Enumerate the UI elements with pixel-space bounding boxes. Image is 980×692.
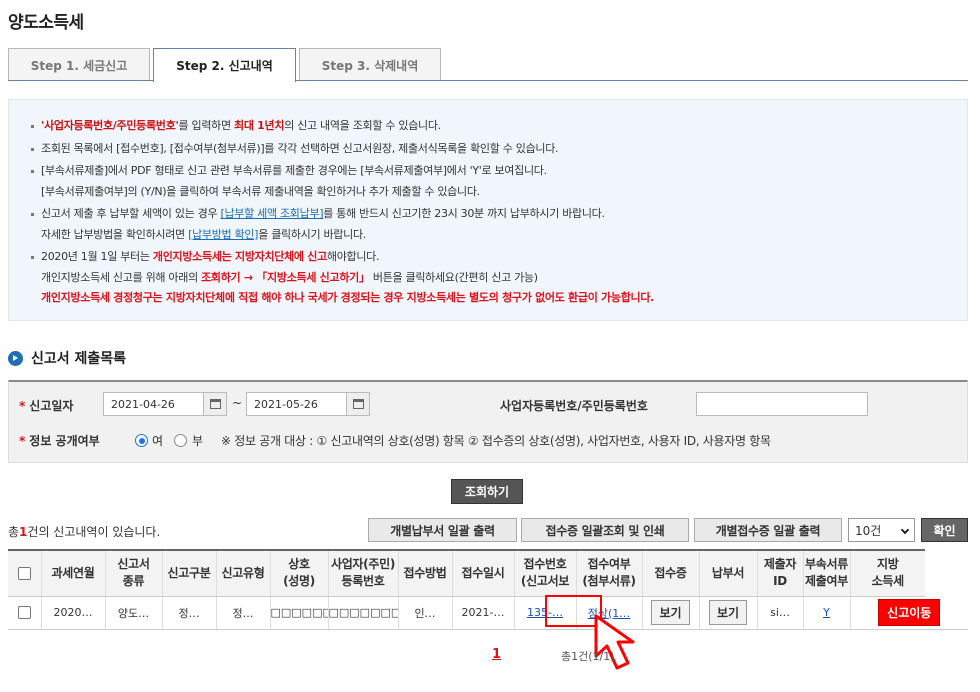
col-receipt-no: 접수번호 (신고서보 bbox=[513, 549, 576, 597]
info-line-7: 2020년 1월 1일 부터는 개인지방소득세는 지방자치단체에 신고해야합니다… bbox=[31, 247, 945, 268]
tab-step1[interactable]: Step 1. 세금신고 bbox=[8, 48, 150, 81]
table-row: 2020… 양도… 정… 정… □□□□□□□ □□□□□□□ 인… 2021-… bbox=[8, 596, 968, 630]
tab-step3[interactable]: Step 3. 삭제내역 bbox=[299, 48, 441, 81]
page-title: 양도소득세 bbox=[8, 13, 84, 33]
select-all-checkbox[interactable] bbox=[8, 549, 41, 597]
view-pay-button[interactable]: 보기 bbox=[708, 600, 748, 625]
confirm-button[interactable]: 확인 bbox=[921, 518, 968, 542]
id-number-input[interactable] bbox=[696, 392, 868, 416]
col-status: 접수여부 (첨부서류) bbox=[575, 549, 642, 597]
info-line-8: 개인지방소득세 신고를 위해 아래의 조회하기 → 「지방소득세 신고하기」 버… bbox=[41, 270, 538, 284]
col-attach: 부속서류 제출여부 bbox=[802, 549, 850, 597]
col-type: 신고유형 bbox=[215, 549, 270, 597]
section-title: 신고서 제출목록 bbox=[31, 351, 127, 367]
col-kind: 신고서 종류 bbox=[104, 549, 162, 597]
disclose-yes-radio[interactable] bbox=[135, 434, 148, 447]
local-tax-move-button[interactable]: 신고이동 bbox=[878, 599, 941, 626]
info-box: '사업자등록번호/주민등록번호'를 입력하면 최대 1년치의 신고 내역을 조회… bbox=[8, 99, 968, 321]
tab-step2[interactable]: Step 2. 신고내역 bbox=[153, 48, 296, 82]
bulk-receipt-print-button[interactable]: 접수증 일괄조회 및 인쇄 bbox=[521, 518, 689, 542]
page-1-link[interactable]: 1 bbox=[492, 647, 501, 662]
chevron-down-icon bbox=[900, 525, 910, 535]
calendar-to-icon[interactable] bbox=[346, 392, 370, 416]
info-line-2: 조회된 목록에서 [접수번호], [접수여부(첨부서류)]를 각각 선택하면 신… bbox=[31, 139, 945, 160]
col-name: 상호 (성명) bbox=[269, 549, 328, 597]
info-line-4: [부속서류제출여부]의 (Y/N)을 클릭하여 부속서류 제출내역을 확인하거나… bbox=[41, 184, 480, 198]
bulk-individual-receipt-button[interactable]: 개별접수증 일괄 출력 bbox=[694, 518, 842, 542]
pay-method-link[interactable]: [납부방법 확인] bbox=[188, 228, 258, 241]
row-checkbox[interactable] bbox=[8, 596, 41, 630]
arrow-circle-icon bbox=[8, 350, 23, 366]
info-line-5: 신고서 제출 후 납부할 세액이 있는 경우 [납부할 세액 조회납부]를 통해… bbox=[31, 204, 945, 225]
date-from-input[interactable]: 2021-04-26 bbox=[103, 392, 207, 416]
pay-inquiry-link[interactable]: [납부할 세액 조회납부] bbox=[221, 207, 324, 220]
info-line-9: 개인지방소득세 경정청구는 지방자치단체에 직접 해야 하나 국세가 경정되는 … bbox=[41, 291, 655, 304]
info-line-1: '사업자등록번호/주민등록번호'를 입력하면 최대 1년치의 신고 내역을 조회… bbox=[31, 116, 945, 137]
col-period: 과세연월 bbox=[40, 549, 105, 597]
page-info: 총1건(1/1) bbox=[561, 650, 615, 663]
info-line-3: [부속서류제출]에서 PDF 형태로 신고 관련 부속서류를 제출한 경우에는 … bbox=[31, 161, 945, 182]
info-line-6: 자세한 납부방법을 확인하시려면 [납부방법 확인]을 클릭하시기 바랍니다. bbox=[41, 227, 366, 241]
search-panel: * 신고일자 2021-04-26 ~ 2021-05-26 사업자등록번호/주민… bbox=[8, 380, 968, 463]
col-submitter: 제출자 ID bbox=[756, 549, 803, 597]
col-method: 접수방법 bbox=[397, 549, 452, 597]
attach-link[interactable]: Y bbox=[823, 606, 830, 619]
date-to-input[interactable]: 2021-05-26 bbox=[246, 392, 350, 416]
disclose-label: * 정보 공개여부 bbox=[19, 434, 100, 448]
table-header-row: 과세연월 신고서 종류 신고구분 신고유형 상호 (성명) 사업자(주민) 등록번호 … bbox=[8, 549, 968, 597]
col-pay: 납부서 bbox=[698, 549, 757, 597]
col-local-tax: 지방 소득세 bbox=[849, 549, 925, 597]
pointer-arrow-icon bbox=[594, 614, 635, 670]
id-label: 사업자등록번호/주민등록번호 bbox=[500, 399, 648, 413]
masked-name: □□□□□□□ bbox=[269, 596, 328, 630]
section-header: 신고서 제출목록 bbox=[8, 348, 126, 368]
submission-table: 과세연월 신고서 종류 신고구분 신고유형 상호 (성명) 사업자(주민) 등록번호 … bbox=[8, 549, 968, 630]
bulk-pay-print-button[interactable]: 개별납부서 일괄 출력 bbox=[368, 518, 517, 542]
step-tabs: Step 1. 세금신고 Step 2. 신고내역 Step 3. 삭제내역 bbox=[8, 48, 968, 82]
col-datetime: 접수일시 bbox=[451, 549, 514, 597]
col-div: 신고구분 bbox=[161, 549, 216, 597]
view-receipt-button[interactable]: 보기 bbox=[651, 600, 690, 625]
result-count: 총1건의 신고내역이 있습니다. bbox=[8, 525, 161, 539]
date-label: * 신고일자 bbox=[19, 399, 74, 413]
col-regno: 사업자(주민) 등록번호 bbox=[327, 549, 398, 597]
masked-regno: □□□□□□□ bbox=[327, 596, 398, 630]
page-size-select[interactable]: 10건 bbox=[848, 518, 915, 542]
calendar-from-icon[interactable] bbox=[203, 392, 227, 416]
col-receipt: 접수증 bbox=[641, 549, 699, 597]
search-button[interactable]: 조회하기 bbox=[451, 479, 523, 504]
disclose-note: ※ 정보 공개 대상 : ① 신고내역의 상호(성명) 항목 ② 접수증의 상호… bbox=[221, 434, 771, 448]
disclose-no-radio[interactable] bbox=[174, 434, 187, 447]
